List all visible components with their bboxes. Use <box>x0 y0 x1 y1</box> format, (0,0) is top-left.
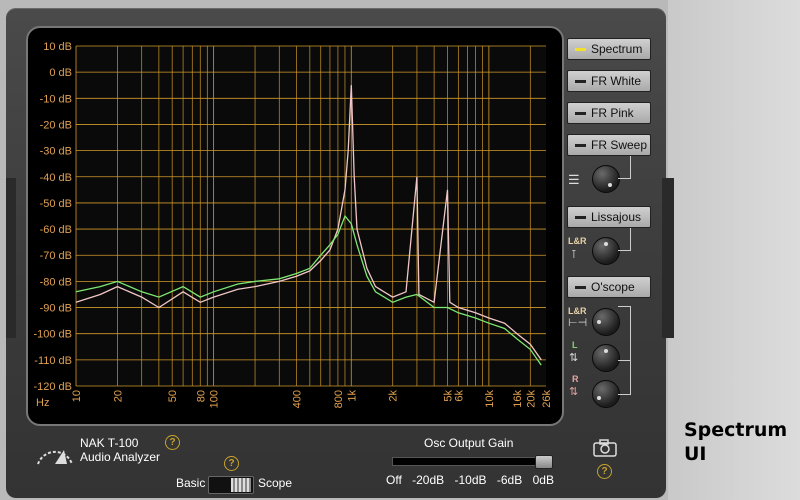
x-tick-label: 2k <box>388 390 400 402</box>
app-title: NAK T-100 Audio Analyzer <box>80 436 160 464</box>
fr-sweep-button[interactable]: FR Sweep <box>567 134 651 156</box>
lissajous-lr-label: L&R <box>568 236 587 246</box>
x-tick-label: 800 <box>333 390 345 408</box>
y-tick-label: -60 dB <box>40 224 72 236</box>
led-indicator <box>575 48 586 51</box>
y-tick-label: -120 dB <box>33 381 72 393</box>
mode-scope-label: Scope <box>258 476 293 490</box>
y-tick-label: -80 dB <box>40 276 72 288</box>
app-subtitle: Audio Analyzer <box>80 450 161 464</box>
x-tick-label: 100 <box>209 390 221 408</box>
help-icon[interactable]: ? <box>597 464 612 479</box>
spectrum-chart: 10 dB 0 dB -10 dB -20 dB -30 dB -40 dB -50 dB -… <box>33 41 553 409</box>
y-tick-label: -40 dB <box>40 172 72 184</box>
mode-switch-thumb[interactable] <box>231 478 251 492</box>
oscope-l-knob[interactable] <box>592 344 620 372</box>
y-tick-label: -50 dB <box>40 198 72 210</box>
led-indicator <box>575 144 586 147</box>
x-tick-label: 20k <box>525 390 537 408</box>
caption-line-1: Spectrum <box>684 419 788 441</box>
osc-tick-minus10: -10dB <box>454 473 487 487</box>
vertical-scale-icon: ⊺ <box>571 249 577 261</box>
osc-tick-0: 0dB <box>532 473 554 487</box>
led-indicator <box>575 286 586 289</box>
y-tick-label: 10 dB <box>43 41 72 53</box>
y-tick-label: -20 dB <box>40 119 72 131</box>
y-tick-label: -90 dB <box>40 303 72 315</box>
analyzer-device: 10 dB 0 dB -10 dB -20 dB -30 dB -40 dB -50 dB -… <box>6 8 674 498</box>
x-tick-label: 50 <box>167 390 179 402</box>
spectrum-display: 10 dB 0 dB -10 dB -20 dB -30 dB -40 dB -50 dB -… <box>26 26 564 426</box>
led-indicator <box>575 112 586 115</box>
osc-gain-title: Osc Output Gain <box>424 436 514 450</box>
fr-pink-button-label: FR Pink <box>591 106 634 120</box>
oscope-button-label: O'scope <box>591 280 635 294</box>
spectrum-button[interactable]: Spectrum <box>567 38 651 60</box>
caption: Spectrum UI <box>684 418 787 466</box>
y-tick-label: -30 dB <box>40 146 72 158</box>
osc-tick-off: Off <box>386 473 402 487</box>
connector-line <box>618 156 631 179</box>
x-tick-label: 26k <box>541 390 553 408</box>
mode-switch[interactable] <box>208 476 254 494</box>
x-tick-label: 1k <box>346 390 358 402</box>
connector-line <box>618 308 631 395</box>
fr-white-button-label: FR White <box>591 74 642 88</box>
x-tick-label: 10k <box>484 390 496 408</box>
up-down-arrows-icon: ⇅ <box>569 352 579 364</box>
y-tick-label: 0 dB <box>49 67 72 79</box>
x-tick-label: 6k <box>453 390 465 402</box>
gauge-logo-icon <box>37 450 73 465</box>
x-tick-label: 80 <box>195 390 207 402</box>
lissajous-button[interactable]: Lissajous <box>567 206 651 228</box>
caption-line-2: UI <box>684 443 707 465</box>
y-tick-label: -100 dB <box>33 329 72 341</box>
spectrum-button-label: Spectrum <box>591 42 643 56</box>
mode-basic-label: Basic <box>176 476 206 490</box>
y-tick-label: -110 dB <box>34 355 72 367</box>
side-rail-left <box>6 178 16 338</box>
osc-gain-thumb[interactable] <box>535 455 553 469</box>
oscope-r-knob[interactable] <box>592 380 620 408</box>
x-tick-label: 400 <box>291 390 303 408</box>
x-tick-label: 10 <box>71 390 83 402</box>
oscope-r-label: R <box>572 374 579 384</box>
side-rail-right <box>662 178 674 338</box>
app-name: NAK T-100 <box>80 436 139 450</box>
fr-white-button[interactable]: FR White <box>567 70 651 92</box>
connector-line <box>618 228 631 251</box>
led-indicator <box>575 80 586 83</box>
help-icon[interactable]: ? <box>165 435 180 450</box>
up-down-arrows-icon: ⇅ <box>569 386 579 398</box>
oscope-button[interactable]: O'scope <box>567 276 651 298</box>
x-unit-label: Hz <box>36 397 49 409</box>
osc-gain-slider[interactable] <box>392 455 553 469</box>
x-tick-label: 20 <box>112 390 124 402</box>
led-indicator <box>575 216 586 219</box>
horizontal-scale-icon: ⊢⊣ <box>568 317 588 329</box>
lissajous-button-label: Lissajous <box>591 210 642 224</box>
lissajous-knob[interactable] <box>592 237 620 265</box>
fr-pink-button[interactable]: FR Pink <box>567 102 651 124</box>
oscope-lr-knob[interactable] <box>592 308 620 336</box>
y-tick-label: -10 dB <box>40 93 72 105</box>
fr-sweep-button-label: FR Sweep <box>591 138 648 152</box>
y-tick-label: -70 dB <box>40 250 72 262</box>
oscope-l-label: L <box>572 340 578 350</box>
osc-gain-ticks: Off -20dB -10dB -6dB 0dB <box>386 473 554 487</box>
x-tick-label: 16k <box>512 390 524 408</box>
osc-tick-minus20: -20dB <box>412 473 445 487</box>
ruler-icon: ☰ <box>568 172 580 187</box>
osc-tick-minus6: -6dB <box>496 473 523 487</box>
oscope-lr-label: L&R <box>568 306 587 316</box>
fr-sweep-knob[interactable] <box>592 165 620 193</box>
help-icon[interactable]: ? <box>224 456 239 471</box>
camera-icon[interactable] <box>592 438 618 458</box>
